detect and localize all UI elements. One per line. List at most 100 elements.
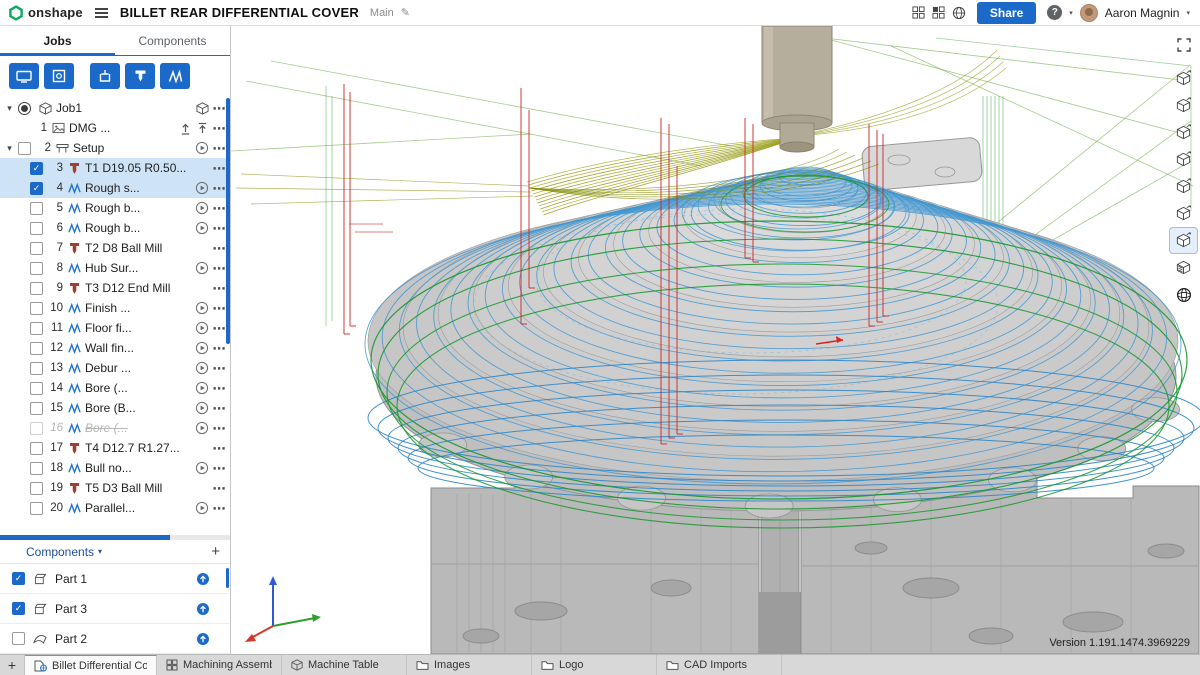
overflow-menu-icon[interactable]: ⋯: [213, 422, 227, 435]
tree-row-4-rough-s[interactable]: 4Rough s...⋯: [0, 178, 230, 198]
toolpath-visibility-checkbox[interactable]: [30, 422, 43, 435]
tree-row-8-hub-sur[interactable]: 8Hub Sur...⋯: [0, 258, 230, 278]
components-scrollbar[interactable]: [226, 568, 229, 588]
doc-tab-billet-differential-co[interactable]: Billet Differential Co...: [25, 655, 157, 675]
view-cube-button[interactable]: [1170, 120, 1197, 145]
doc-tab-machine-table[interactable]: Machine Table: [282, 655, 407, 675]
fixture-button[interactable]: [90, 63, 120, 89]
tree-row-3-t1-d19-05-r0-50[interactable]: 3T1 D19.05 R0.50...⋯: [0, 158, 230, 178]
toolpath-visibility-checkbox[interactable]: [30, 462, 43, 475]
toolpath-visibility-checkbox[interactable]: [30, 322, 43, 335]
tree-row-1-dmg[interactable]: 1DMG ...⋯: [0, 118, 230, 138]
stock-button[interactable]: [44, 63, 74, 89]
overflow-menu-icon[interactable]: ⋯: [213, 362, 227, 375]
overflow-menu-icon[interactable]: ⋯: [213, 322, 227, 335]
apps-icon[interactable]: [932, 6, 945, 19]
tree-row-16-bore[interactable]: 16Bore (...⋯: [0, 418, 230, 438]
toolpath-visibility-checkbox[interactable]: [30, 382, 43, 395]
add-component-button[interactable]: +: [211, 544, 220, 559]
overflow-menu-icon[interactable]: ⋯: [213, 302, 227, 315]
overflow-menu-icon[interactable]: ⋯: [213, 382, 227, 395]
share-button[interactable]: Share: [977, 2, 1036, 24]
toolpath-visibility-checkbox[interactable]: [30, 242, 43, 255]
simulate-play-icon[interactable]: [195, 421, 209, 435]
toolpath-visibility-checkbox[interactable]: [30, 222, 43, 235]
onshape-logo[interactable]: onshape: [8, 5, 83, 21]
tree-row-14-bore[interactable]: 14Bore (...⋯: [0, 378, 230, 398]
toolpath-visibility-checkbox[interactable]: [30, 302, 43, 315]
doc-tab-cad-imports[interactable]: CAD Imports: [657, 655, 782, 675]
overflow-menu-icon[interactable]: ⋯: [213, 502, 227, 515]
overflow-menu-icon[interactable]: ⋯: [213, 262, 227, 275]
overflow-menu-icon[interactable]: ⋯: [213, 402, 227, 415]
overflow-menu-icon[interactable]: ⋯: [213, 282, 227, 295]
toolpath-visibility-checkbox[interactable]: [30, 342, 43, 355]
simulate-play-icon[interactable]: [195, 501, 209, 515]
3d-viewport[interactable]: Version 1.191.1474.3969229: [231, 26, 1200, 654]
view-cube-button[interactable]: [1170, 66, 1197, 91]
expand-caret-icon[interactable]: ▾: [4, 144, 15, 153]
simulate-play-icon[interactable]: [195, 461, 209, 475]
view-cube-button[interactable]: [1170, 147, 1197, 172]
overflow-menu-icon[interactable]: ⋯: [213, 162, 227, 175]
simulate-play-icon[interactable]: [195, 321, 209, 335]
user-avatar[interactable]: [1080, 4, 1098, 22]
zoom-to-fit-button[interactable]: [1170, 32, 1197, 57]
simulate-play-icon[interactable]: [195, 141, 209, 155]
tree-row-13-debur[interactable]: 13Debur ...⋯: [0, 358, 230, 378]
toolpath-visibility-checkbox[interactable]: [30, 282, 43, 295]
toolpath-visibility-checkbox[interactable]: [30, 442, 43, 455]
post-process-icon[interactable]: [179, 122, 192, 135]
component-row-part-1[interactable]: Part 1: [0, 564, 230, 594]
simulate-play-icon[interactable]: [195, 301, 209, 315]
tree-row-5-rough-b[interactable]: 5Rough b...⋯: [0, 198, 230, 218]
panel-tab-components[interactable]: Components: [115, 26, 230, 55]
tree-row-20-parallel[interactable]: 20Parallel...⋯: [0, 498, 230, 518]
tree-row-10-finish[interactable]: 10Finish ...⋯: [0, 298, 230, 318]
globe-icon[interactable]: [952, 6, 966, 20]
toolpath-visibility-checkbox[interactable]: [18, 142, 31, 155]
component-visibility-checkbox[interactable]: [12, 632, 25, 645]
update-sync-icon[interactable]: [196, 632, 210, 646]
model-cube-icon[interactable]: [196, 102, 209, 115]
active-job-radio[interactable]: [18, 102, 31, 115]
overflow-menu-icon[interactable]: ⋯: [213, 102, 227, 115]
toolpath-visibility-checkbox[interactable]: [30, 402, 43, 415]
toolpath-3d-scene[interactable]: [231, 26, 1200, 654]
orbit-view-button[interactable]: [1170, 282, 1197, 307]
grid-icon[interactable]: [912, 6, 925, 19]
workspace-name[interactable]: Main: [370, 7, 394, 19]
view-cube-button[interactable]: [1170, 93, 1197, 118]
add-tab-button[interactable]: +: [0, 655, 25, 675]
tree-row-12-wall-fin[interactable]: 12Wall fin...⋯: [0, 338, 230, 358]
overflow-menu-icon[interactable]: ⋯: [213, 482, 227, 495]
help-button[interactable]: ?: [1047, 5, 1062, 20]
view-cube-button[interactable]: [1170, 228, 1197, 253]
simulate-play-icon[interactable]: [195, 261, 209, 275]
overflow-menu-icon[interactable]: ⋯: [213, 182, 227, 195]
toolpath-visibility-checkbox[interactable]: [30, 362, 43, 375]
view-cube-button[interactable]: [1170, 174, 1197, 199]
overflow-menu-icon[interactable]: ⋯: [213, 202, 227, 215]
machine-button[interactable]: [9, 63, 39, 89]
toolpath-visibility-checkbox[interactable]: [30, 182, 43, 195]
simulate-play-icon[interactable]: [195, 341, 209, 355]
simulate-play-icon[interactable]: [195, 381, 209, 395]
edit-pencil-icon[interactable]: ✎: [401, 6, 410, 19]
panel-tab-jobs[interactable]: Jobs: [0, 26, 115, 55]
overflow-menu-icon[interactable]: ⋯: [213, 122, 227, 135]
toolpath-visibility-checkbox[interactable]: [30, 262, 43, 275]
tree-row-19-t5-d3-ball-mill[interactable]: 19T5 D3 Ball Mill⋯: [0, 478, 230, 498]
component-visibility-checkbox[interactable]: [12, 572, 25, 585]
component-visibility-checkbox[interactable]: [12, 602, 25, 615]
simulate-play-icon[interactable]: [195, 401, 209, 415]
doc-tab-machining-assembly[interactable]: Machining Assembly: [157, 655, 282, 675]
overflow-menu-icon[interactable]: ⋯: [213, 342, 227, 355]
tree-row-9-t3-d12-end-mill[interactable]: 9T3 D12 End Mill⋯: [0, 278, 230, 298]
tree-row-6-rough-b[interactable]: 6Rough b...⋯: [0, 218, 230, 238]
tree-row-job1[interactable]: ▾Job1⋯: [0, 98, 230, 118]
toolpath-visibility-checkbox[interactable]: [30, 482, 43, 495]
tree-row-11-floor-fi[interactable]: 11Floor fi...⋯: [0, 318, 230, 338]
toolpath-button[interactable]: [160, 63, 190, 89]
overflow-menu-icon[interactable]: ⋯: [213, 462, 227, 475]
